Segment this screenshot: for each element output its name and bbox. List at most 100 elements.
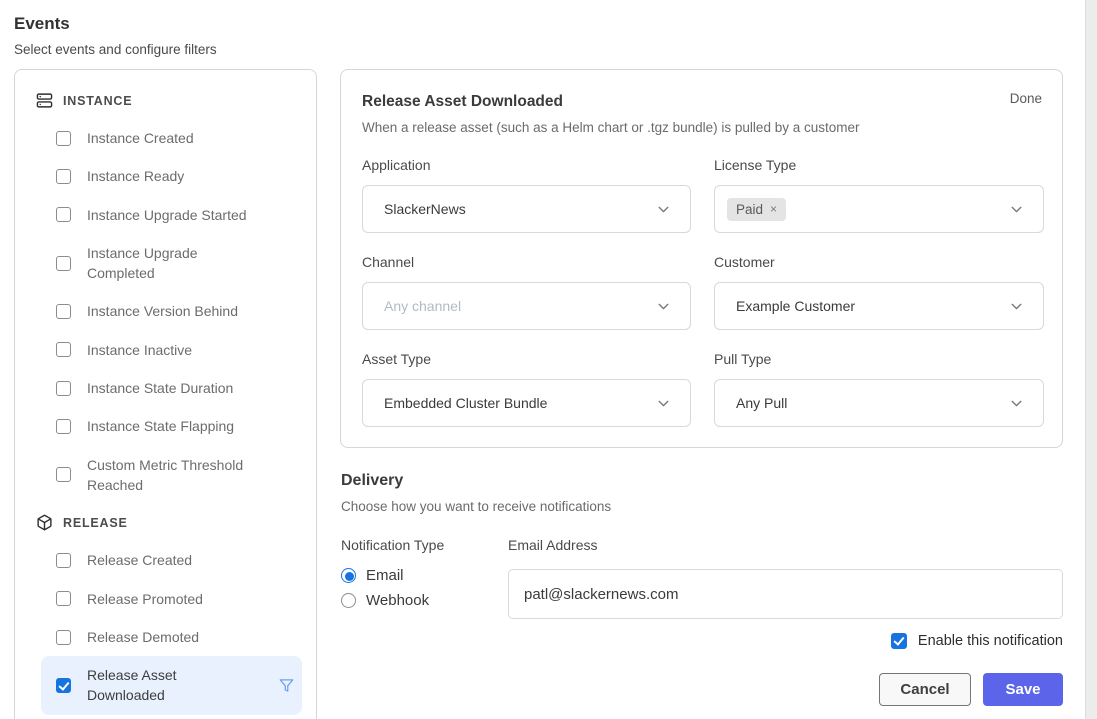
event-row-release-demoted[interactable]: Release Demoted [41,618,302,656]
delivery-title: Delivery [341,472,1063,490]
event-row-release-created[interactable]: Release Created [41,541,302,579]
notification-type-label: Notification Type [341,537,508,553]
filter-card-title: Release Asset Downloaded [362,93,1042,111]
tag-paid: Paid × [727,198,786,221]
checkbox-unchecked[interactable] [56,553,71,568]
event-row-custom-metric-threshold[interactable]: Custom Metric Threshold Reached [41,446,302,505]
checkbox-unchecked[interactable] [56,630,71,645]
tag-label: Paid [736,202,763,217]
enable-notification-label: Enable this notification [918,633,1063,649]
event-label: Instance Inactive [87,340,192,360]
checkbox-unchecked[interactable] [56,304,71,319]
event-label: Custom Metric Threshold Reached [87,455,269,496]
license-type-select[interactable]: Paid × [714,185,1044,233]
radio-selected-icon[interactable] [341,568,356,583]
chevron-down-icon [1008,298,1025,315]
section-label: RELEASE [63,516,128,530]
event-row-instance-created[interactable]: Instance Created [41,119,302,157]
checkbox-unchecked[interactable] [56,169,71,184]
event-label: Release Promoted [87,589,203,609]
event-label: Instance State Flapping [87,416,234,436]
select-value: Any Pull [736,395,1008,411]
event-label: Instance State Duration [87,378,233,398]
filter-funnel-icon[interactable] [279,678,294,693]
event-row-release-asset-downloaded[interactable]: Release Asset Downloaded [41,656,302,715]
field-label: License Type [714,157,1044,173]
application-select[interactable]: SlackerNews [362,185,691,233]
save-button[interactable]: Save [983,673,1063,706]
event-label: Instance Upgrade Completed [87,243,269,284]
checkbox-unchecked[interactable] [56,419,71,434]
page-header: Events Select events and configure filte… [14,14,217,57]
event-row-instance-upgrade-started[interactable]: Instance Upgrade Started [41,196,302,234]
event-label: Instance Created [87,128,194,148]
filter-config-card: Release Asset Downloaded When a release … [340,69,1063,448]
radio-unselected-icon[interactable] [341,593,356,608]
field-label: Application [362,157,691,173]
field-application: Application SlackerNews [362,157,691,233]
event-row-instance-version-behind[interactable]: Instance Version Behind [41,292,302,330]
radio-label: Webhook [366,592,429,609]
checkbox-unchecked[interactable] [56,381,71,396]
cancel-button[interactable]: Cancel [879,673,971,706]
email-address-input[interactable] [508,569,1063,619]
field-customer: Customer Example Customer [714,254,1044,330]
footer-buttons: Cancel Save [879,673,1063,706]
checkbox-unchecked[interactable] [56,591,71,606]
scrollbar-track[interactable] [1085,0,1097,719]
remove-tag-icon[interactable]: × [770,202,777,216]
chevron-down-icon [655,395,672,412]
checkbox-unchecked[interactable] [56,256,71,271]
checkbox-unchecked[interactable] [56,467,71,482]
delivery-section: Delivery Choose how you want to receive … [341,472,1063,619]
field-channel: Channel Any channel [362,254,691,330]
enable-notification-row[interactable]: Enable this notification [891,633,1063,649]
event-label: Instance Version Behind [87,301,238,321]
page-title: Events [14,14,217,34]
event-row-instance-inactive[interactable]: Instance Inactive [41,331,302,369]
radio-label: Email [366,567,404,584]
section-header-release: RELEASE [36,514,316,531]
chevron-down-icon [1008,395,1025,412]
event-row-instance-ready[interactable]: Instance Ready [41,157,302,195]
section-header-instance: INSTANCE [36,92,316,109]
checkbox-checked[interactable] [56,678,71,693]
enable-notification-checkbox[interactable] [891,633,907,649]
select-placeholder: Any channel [384,298,655,314]
chevron-down-icon [655,298,672,315]
pull-type-select[interactable]: Any Pull [714,379,1044,427]
field-label: Asset Type [362,351,691,367]
checkbox-unchecked[interactable] [56,342,71,357]
server-icon [36,92,53,109]
field-label: Channel [362,254,691,270]
chevron-down-icon [655,201,672,218]
event-label: Instance Upgrade Started [87,205,247,225]
email-address-label: Email Address [508,537,1063,553]
event-label: Instance Ready [87,166,184,186]
event-row-instance-state-flapping[interactable]: Instance State Flapping [41,407,302,445]
notification-type-group: Notification Type Email Webhook [341,537,508,619]
select-value: Example Customer [736,298,1008,314]
event-label: Release Demoted [87,627,199,647]
radio-email[interactable]: Email [341,567,508,584]
field-asset-type: Asset Type Embedded Cluster Bundle [362,351,691,427]
checkbox-unchecked[interactable] [56,207,71,222]
select-value: Embedded Cluster Bundle [384,395,655,411]
customer-select[interactable]: Example Customer [714,282,1044,330]
select-value: Paid × [736,198,1008,221]
delivery-subtitle: Choose how you want to receive notificat… [341,499,1063,514]
filter-card-description: When a release asset (such as a Helm cha… [362,120,1042,135]
radio-webhook[interactable]: Webhook [341,592,508,609]
chevron-down-icon [1008,201,1025,218]
checkbox-unchecked[interactable] [56,131,71,146]
page-subtitle: Select events and configure filters [14,42,217,57]
event-row-instance-state-duration[interactable]: Instance State Duration [41,369,302,407]
event-label: Release Created [87,550,192,570]
asset-type-select[interactable]: Embedded Cluster Bundle [362,379,691,427]
channel-select[interactable]: Any channel [362,282,691,330]
event-row-instance-upgrade-completed[interactable]: Instance Upgrade Completed [41,234,302,293]
done-button[interactable]: Done [1010,91,1042,106]
field-pull-type: Pull Type Any Pull [714,351,1044,427]
event-row-release-promoted[interactable]: Release Promoted [41,580,302,618]
package-icon [36,514,53,531]
